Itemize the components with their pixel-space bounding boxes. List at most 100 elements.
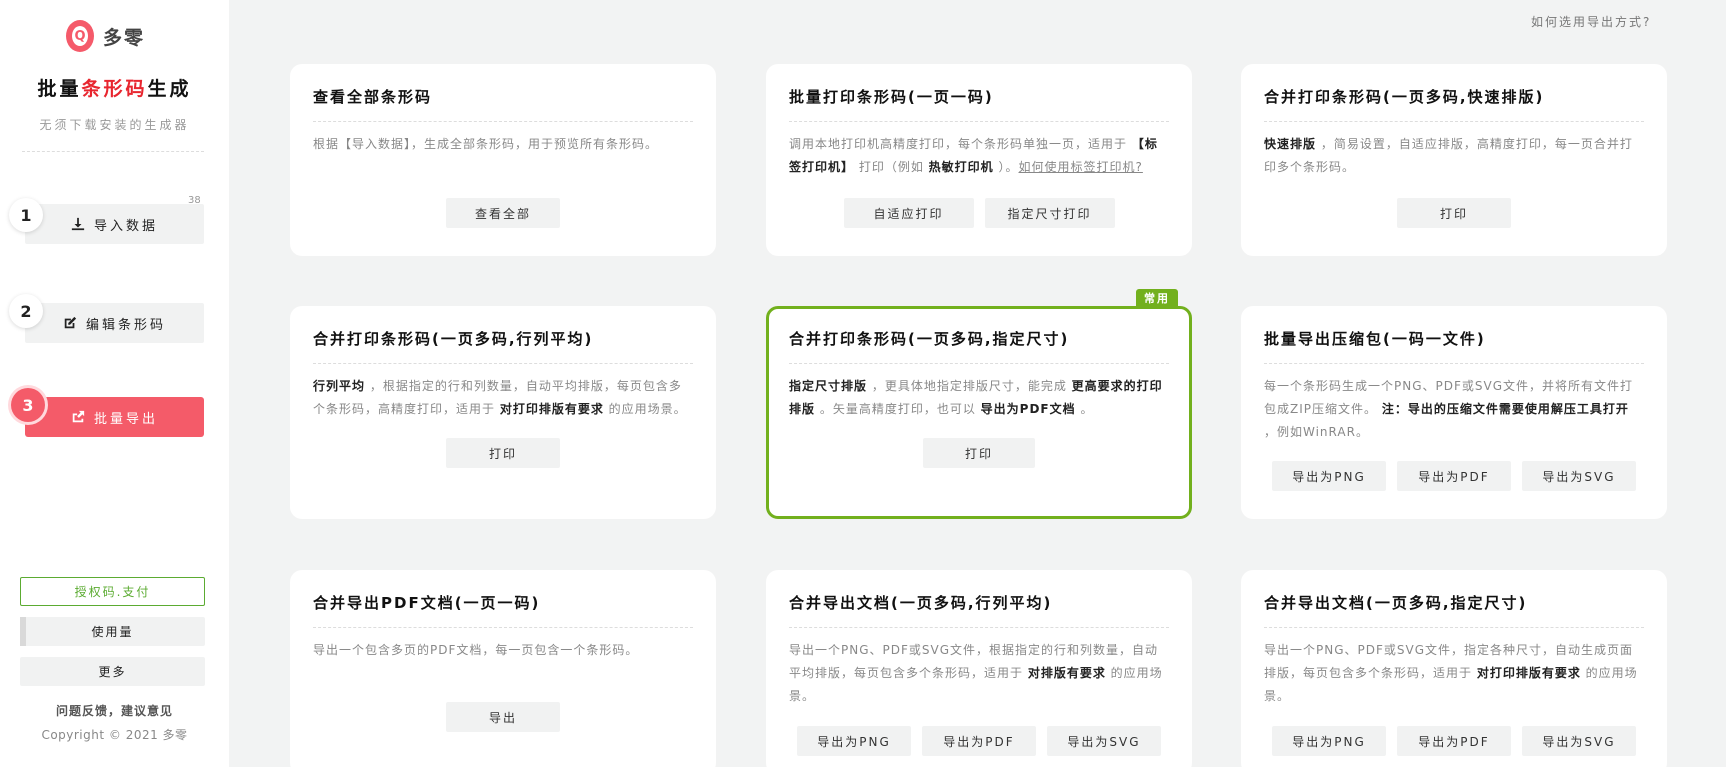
card-description: 根据【导入数据】，生成全部条形码，用于预览所有条形码。 — [313, 133, 693, 156]
card-desc-emphasis: 热敏打印机 — [928, 160, 994, 174]
download-icon — [71, 217, 85, 231]
feedback-link[interactable]: 问题反馈，建议意见 — [0, 702, 229, 719]
card-description: 行列平均 ，根据指定的行和列数量，自动平均排版，每页包含多个条形码，高精度打印，… — [313, 375, 693, 421]
card-desc-text: 。 — [1075, 402, 1094, 416]
export-svg-button[interactable]: 导出为SVG — [1522, 726, 1636, 756]
edit-icon — [64, 316, 77, 329]
card-description: 导出一个PNG、PDF或SVG文件，指定各种尺寸，自动生成页面排版，每页包含多个… — [1264, 639, 1644, 708]
card-description: 调用本地打印机高精度打印，每个条形码单独一页，适用于 【标签打印机】 打印（例如… — [789, 133, 1169, 179]
card-desc-text: 根据【导入数据】，生成全部条形码，用于预览所有条形码。 — [313, 137, 659, 151]
step-number-2: 2 — [9, 294, 43, 328]
card-desc-text: 调用本地打印机高精度打印，每个条形码单独一页，适用于 — [789, 137, 1132, 151]
app-title-prefix: 批量 — [37, 78, 82, 100]
edit-barcode-button[interactable]: 编辑条形码 — [25, 303, 204, 343]
card-desc-emphasis: 快速排版 — [1264, 137, 1317, 151]
card-desc-text: ，简易设置，自适应排版，高精度打印，每一页合并打印多个条形码。 — [1264, 137, 1633, 174]
export-icon — [72, 410, 85, 423]
export-png-button[interactable]: 导出为PNG — [797, 726, 911, 756]
batch-export-label: 批量导出 — [93, 411, 158, 427]
card-buttons: 导出为PNG 导出为PDF 导出为SVG — [766, 726, 1192, 756]
usage-label: 使用量 — [91, 625, 134, 639]
card-batch-export-zip: 批量导出压缩包(一码一文件) 每一个条形码生成一个PNG、PDF或SVG文件，并… — [1241, 306, 1667, 519]
card-desc-emphasis: 行列平均 — [313, 379, 366, 393]
import-data-label: 导入数据 — [93, 218, 158, 234]
fixed-size-print-button[interactable]: 指定尺寸打印 — [984, 198, 1115, 228]
edit-barcode-label: 编辑条形码 — [85, 317, 166, 333]
card-title: 合并导出文档(一页多码,指定尺寸) — [1264, 570, 1644, 628]
card-desc-emphasis: 导出为PDF文档 — [980, 402, 1076, 416]
card-title: 批量打印条形码(一页一码) — [789, 64, 1169, 122]
card-merge-print-quick: 合并打印条形码(一页多码,快速排版) 快速排版 ，简易设置，自适应排版，高精度打… — [1241, 64, 1667, 256]
card-merge-export-fixed-size: 合并导出文档(一页多码,指定尺寸) 导出一个PNG、PDF或SVG文件，指定各种… — [1241, 570, 1667, 767]
step-number-1: 1 — [9, 198, 43, 232]
card-merge-export-average: 合并导出文档(一页多码,行列平均) 导出一个PNG、PDF或SVG文件，根据指定… — [766, 570, 1192, 767]
card-merge-export-pdf: 合并导出PDF文档(一页一码) 导出一个包含多页的PDF文档，每一页包含一个条形… — [290, 570, 716, 767]
sidebar-divider — [22, 151, 204, 152]
card-buttons: 自适应打印 指定尺寸打印 — [766, 198, 1192, 228]
logo-icon: Q — [66, 20, 94, 52]
card-title: 批量导出压缩包(一码一文件) — [1264, 306, 1644, 364]
card-desc-text: 的应用场景。 — [603, 402, 687, 416]
card-desc-text: ，更具体地指定排版尺寸，能完成 — [867, 379, 1072, 393]
export-pdf-button[interactable]: 导出为PDF — [1397, 726, 1511, 756]
logo[interactable]: Q 多零 — [66, 20, 145, 52]
common-badge: 常用 — [1136, 289, 1178, 309]
print-button[interactable]: 打印 — [446, 438, 560, 468]
copyright: Copyright © 2021 多零 — [41, 728, 188, 742]
print-button[interactable]: 打印 — [1397, 198, 1511, 228]
app-subtitle: 无须下载安装的生成器 — [39, 118, 190, 132]
card-description: 导出一个包含多页的PDF文档，每一页包含一个条形码。 — [313, 639, 693, 662]
card-desc-emphasis: 注：导出的压缩文件需要使用解压工具打开 — [1381, 402, 1629, 416]
import-data-button[interactable]: 导入数据 — [25, 204, 204, 244]
usage-button[interactable]: 使用量 — [20, 617, 205, 646]
export-button[interactable]: 导出 — [446, 702, 560, 732]
card-title: 合并导出文档(一页多码,行列平均) — [789, 570, 1169, 628]
card-buttons: 导出为PNG 导出为PDF 导出为SVG — [1241, 726, 1667, 756]
card-merge-print-average: 合并打印条形码(一页多码,行列平均) 行列平均 ，根据指定的行和列数量，自动平均… — [290, 306, 716, 519]
label-printer-help-link[interactable]: 如何使用标签打印机? — [1019, 160, 1143, 174]
card-desc-emphasis: 指定尺寸排版 — [789, 379, 868, 393]
card-desc-emphasis: 对排版有要求 — [1027, 666, 1106, 680]
card-desc-text: ）。 — [993, 160, 1019, 174]
app-title: 批量条形码生成 — [0, 74, 229, 101]
card-buttons: 查看全部 — [290, 198, 716, 228]
export-svg-button[interactable]: 导出为SVG — [1522, 461, 1636, 491]
batch-export-button[interactable]: 批量导出 — [25, 397, 204, 437]
usage-bar — [20, 617, 26, 646]
app-title-highlight: 条形码 — [81, 78, 148, 100]
card-desc-text: ，例如WinRAR。 — [1264, 425, 1369, 439]
card-title: 查看全部条形码 — [313, 64, 693, 122]
card-desc-emphasis: 对打印排版有要求 — [499, 402, 604, 416]
export-svg-button[interactable]: 导出为SVG — [1047, 726, 1161, 756]
adaptive-print-button[interactable]: 自适应打印 — [843, 198, 974, 228]
logo-text: 多零 — [103, 26, 146, 49]
card-desc-text: 打印（例如 — [854, 160, 929, 174]
card-desc-text: 导出一个包含多页的PDF文档，每一页包含一个条形码。 — [313, 643, 639, 657]
export-png-button[interactable]: 导出为PNG — [1272, 726, 1386, 756]
step-number-3: 3 — [11, 388, 45, 422]
sidebar: Q 多零 批量条形码生成 无须下载安装的生成器 38 导入数据 1 编辑条形码 … — [0, 0, 229, 767]
export-pdf-button[interactable]: 导出为PDF — [922, 726, 1036, 756]
app-title-suffix: 生成 — [147, 78, 192, 100]
card-buttons: 打印 — [290, 438, 716, 468]
card-buttons: 打印 — [1241, 198, 1667, 228]
card-title: 合并打印条形码(一页多码,指定尺寸) — [789, 309, 1169, 364]
card-buttons: 打印 — [769, 438, 1189, 468]
more-button[interactable]: 更多 — [20, 657, 205, 686]
card-title: 合并导出PDF文档(一页一码) — [313, 570, 693, 628]
print-button[interactable]: 打印 — [923, 438, 1035, 468]
card-view-all: 查看全部条形码 根据【导入数据】，生成全部条形码，用于预览所有条形码。 查看全部 — [290, 64, 716, 256]
card-merge-print-fixed-size: 常用 合并打印条形码(一页多码,指定尺寸) 指定尺寸排版 ，更具体地指定排版尺寸… — [766, 289, 1192, 519]
logo-glyph: Q — [72, 26, 88, 46]
export-pdf-button[interactable]: 导出为PDF — [1397, 461, 1511, 491]
export-help-link[interactable]: 如何选用导出方式? — [1531, 13, 1651, 30]
card-buttons: 导出为PNG 导出为PDF 导出为SVG — [1241, 461, 1667, 491]
card-batch-print-single: 批量打印条形码(一页一码) 调用本地打印机高精度打印，每个条形码单独一页，适用于… — [766, 64, 1192, 256]
card-description: 快速排版 ，简易设置，自适应排版，高精度打印，每一页合并打印多个条形码。 — [1264, 133, 1644, 179]
license-payment-button[interactable]: 授权码.支付 — [20, 577, 205, 606]
card-desc-emphasis: 对打印排版有要求 — [1476, 666, 1581, 680]
view-all-button[interactable]: 查看全部 — [446, 198, 560, 228]
card-title: 合并打印条形码(一页多码,快速排版) — [1264, 64, 1644, 122]
card-description: 每一个条形码生成一个PNG、PDF或SVG文件，并将所有文件打包成ZIP压缩文件… — [1264, 375, 1644, 444]
export-png-button[interactable]: 导出为PNG — [1272, 461, 1386, 491]
